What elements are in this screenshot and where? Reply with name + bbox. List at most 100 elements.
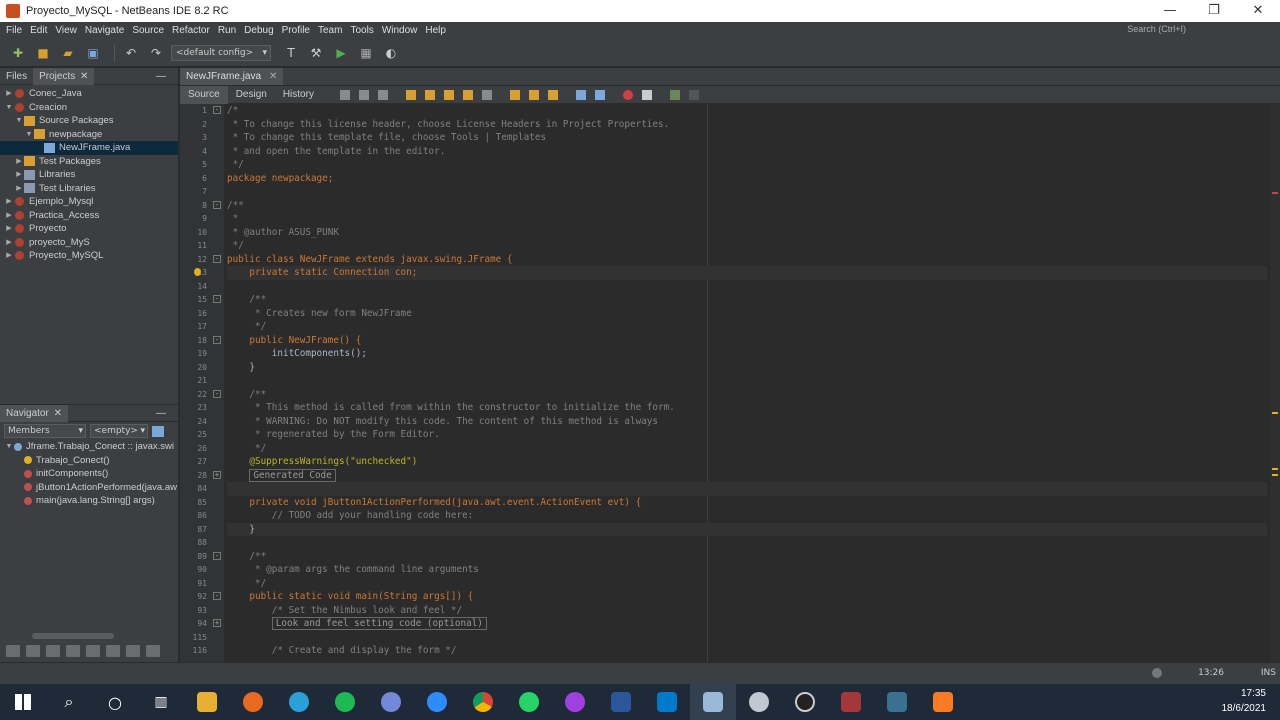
code-line[interactable]: * To change this template file, choose T… [227, 131, 1267, 145]
fold-collapse-icon[interactable]: - [213, 106, 221, 114]
filter-static-icon[interactable] [46, 645, 60, 657]
collapsed-arrow-icon[interactable]: ▶ [4, 87, 14, 101]
hint-lightbulb-icon[interactable] [194, 268, 201, 276]
new-project-icon[interactable]: ■ [33, 44, 53, 62]
view-source[interactable]: Source [180, 85, 228, 104]
expanded-arrow-icon[interactable]: ▼ [24, 128, 34, 142]
sort-order-icon[interactable] [146, 645, 160, 657]
redo-icon[interactable]: ↷ [146, 44, 166, 62]
new-file-icon[interactable]: ✚ [8, 44, 28, 62]
shift-left-icon[interactable] [575, 89, 586, 100]
code-line[interactable]: * and open the template in the editor. [227, 145, 1267, 159]
close-icon[interactable]: ✕ [52, 408, 62, 419]
minimize-button[interactable]: — [1148, 0, 1192, 22]
code-line[interactable]: * WARNING: Do NOT modify this code. The … [227, 415, 1267, 429]
access-button[interactable] [828, 684, 874, 720]
code-line[interactable]: /** [227, 388, 1267, 402]
tab-newjframe[interactable]: NewJFrame.java ✕ [180, 68, 284, 85]
tree-node[interactable]: ▶ Libraries [0, 168, 178, 182]
fold-expand-icon[interactable]: + [213, 619, 221, 627]
menu-team[interactable]: Team [318, 25, 342, 36]
menu-profile[interactable]: Profile [282, 25, 310, 36]
code-line[interactable]: } [227, 522, 1267, 536]
toggle-highlight-icon[interactable] [462, 89, 473, 100]
sort-icon[interactable] [6, 645, 20, 657]
collapsed-arrow-icon[interactable]: ▶ [14, 182, 24, 196]
paint-button[interactable] [736, 684, 782, 720]
tree-node[interactable]: ▼ Source Packages [0, 114, 178, 128]
collapsed-arrow-icon[interactable]: ▶ [14, 168, 24, 182]
code-line[interactable]: public class NewJFrame extends javax.swi… [227, 253, 1267, 267]
whatsapp-button[interactable] [506, 684, 552, 720]
navigator-item[interactable]: ▼ Jframe.Trabajo_Conect :: javax.swi [0, 440, 178, 454]
fold-collapse-icon[interactable]: - [213, 389, 221, 398]
uncomment-icon[interactable] [688, 89, 699, 100]
tab-files[interactable]: Files [0, 71, 33, 82]
open-project-icon[interactable]: ▰ [58, 44, 78, 62]
fold-collapse-icon[interactable]: - [213, 254, 221, 263]
code-line[interactable]: private static Connection con; [227, 266, 1267, 280]
menu-run[interactable]: Run [218, 25, 236, 36]
fold-collapse-icon[interactable]: - [213, 335, 221, 344]
fold-collapse-icon[interactable]: - [213, 592, 221, 600]
code-line[interactable]: * This method is called from within the … [227, 401, 1267, 415]
start-macro-icon[interactable] [622, 89, 633, 100]
discord-button[interactable] [368, 684, 414, 720]
edge-button[interactable] [276, 684, 322, 720]
code-line[interactable]: * [227, 212, 1267, 226]
fold-expand-icon[interactable]: + [213, 470, 221, 479]
last-edit-icon[interactable] [339, 89, 350, 100]
code-line[interactable]: Generated Code [227, 468, 1267, 483]
menu-window[interactable]: Window [382, 25, 418, 36]
collapsed-arrow-icon[interactable]: ▶ [4, 236, 14, 250]
toggle-rectangular-icon[interactable] [481, 89, 492, 100]
menu-tools[interactable]: Tools [350, 25, 373, 36]
code-line[interactable]: /** [227, 293, 1267, 307]
fq-names-icon[interactable] [106, 645, 120, 657]
explorer-button[interactable] [184, 684, 230, 720]
code-line[interactable]: public NewJFrame() { [227, 334, 1267, 348]
collapsed-arrow-icon[interactable]: ▶ [4, 222, 14, 236]
warning-mark[interactable] [1272, 468, 1278, 470]
code-line[interactable]: initComponents(); [227, 347, 1267, 361]
word-button[interactable] [598, 684, 644, 720]
close-icon[interactable]: ✕ [269, 71, 277, 82]
collapsed-arrow-icon[interactable]: ▶ [4, 249, 14, 263]
warning-mark[interactable] [1272, 474, 1278, 476]
fold-collapse-icon[interactable]: - [213, 200, 221, 209]
error-mark[interactable] [1272, 192, 1278, 194]
tree-node[interactable]: ▶ Practica_Access [0, 209, 178, 223]
tab-projects[interactable]: Projects ✕ [33, 67, 95, 85]
collapsed-arrow-icon[interactable]: ▶ [4, 209, 14, 223]
tree-node[interactable]: ▶ Proyecto_MySQL [0, 249, 178, 263]
minimize-icon[interactable]: — [150, 71, 172, 82]
run-icon[interactable]: ▶ [331, 44, 351, 62]
expanded-arrow-icon[interactable]: ▼ [4, 440, 14, 454]
code-line[interactable]: // TODO add your handling code here: [227, 509, 1267, 523]
start-button[interactable] [0, 684, 46, 720]
tab-navigator[interactable]: Navigator ✕ [0, 404, 68, 422]
code-line[interactable]: * Creates new form NewJFrame [227, 307, 1267, 321]
find-selection-icon[interactable] [405, 89, 416, 100]
code-line[interactable] [227, 185, 1267, 199]
close-button[interactable]: ✕ [1236, 0, 1280, 22]
view-design[interactable]: Design [228, 86, 275, 104]
code-line[interactable]: /** [227, 199, 1267, 213]
code-line[interactable]: /* Set the Nimbus look and feel */ [227, 604, 1267, 618]
find-next-icon[interactable] [443, 89, 454, 100]
collapsed-arrow-icon[interactable]: ▶ [14, 155, 24, 169]
menu-source[interactable]: Source [132, 25, 164, 36]
code-line[interactable]: /* [227, 104, 1267, 118]
tree-node[interactable]: ▶ Ejemplo_Mysql [0, 195, 178, 209]
navigator-item[interactable]: initComponents() [0, 467, 178, 481]
xampp-button[interactable] [920, 684, 966, 720]
mysql-button[interactable] [874, 684, 920, 720]
expand-icon[interactable] [126, 645, 140, 657]
tree-node[interactable]: ▶ Proyecto [0, 222, 178, 236]
config-combo[interactable]: <default config> [171, 44, 271, 61]
obs-button[interactable] [782, 684, 828, 720]
stop-macro-icon[interactable] [641, 89, 652, 100]
code-line[interactable]: private void jButton1ActionPerformed(jav… [227, 496, 1267, 510]
navigator-item[interactable]: main(java.lang.String[] args) [0, 494, 178, 508]
tree-node[interactable]: ▶ proyecto_MyS [0, 236, 178, 250]
